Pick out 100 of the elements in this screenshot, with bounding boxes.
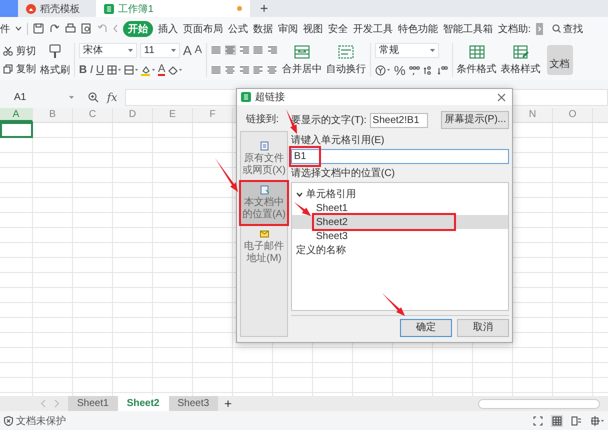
function-button[interactable]: fx (107, 90, 118, 104)
menu-tab[interactable]: 数据 (253, 22, 273, 36)
shrink-font-button[interactable]: A (194, 44, 202, 56)
justify-icon[interactable] (253, 65, 264, 75)
field-label: 链接到: (245, 112, 280, 127)
menu-tab[interactable]: 特色功能 (398, 22, 438, 36)
align-left-icon[interactable] (211, 65, 222, 75)
italic-button[interactable]: I (90, 64, 94, 76)
close-icon[interactable] (497, 92, 506, 102)
add-sheet-button[interactable]: + (218, 396, 238, 411)
zoom-icon[interactable] (88, 92, 99, 102)
fill-pattern-icon[interactable] (124, 65, 138, 75)
search-button[interactable]: 查找 (552, 22, 583, 36)
protection-status[interactable]: 文档未保护 (4, 414, 66, 428)
fullscreen-icon[interactable] (533, 416, 543, 426)
document-tab[interactable]: 工作簿1 (96, 0, 250, 17)
menu-tab[interactable]: 插入 (158, 22, 178, 36)
print-icon[interactable] (65, 23, 76, 34)
spreadsheet-logo-icon[interactable] (104, 4, 114, 14)
tree-item[interactable]: Sheet3 (316, 230, 348, 242)
tree-item[interactable]: 定义的名称 (296, 243, 346, 257)
number-format-select[interactable]: 常规 (375, 42, 440, 58)
sheet-tab[interactable]: Sheet1 (68, 396, 118, 411)
page-break-icon[interactable] (590, 416, 604, 426)
menu-tab[interactable]: 公式 (228, 22, 248, 36)
align-right-icon[interactable] (239, 65, 250, 75)
wrap-text-button[interactable]: 自动换行 (326, 44, 366, 76)
dropdown-icon (128, 48, 133, 52)
document-tab[interactable]: 稻壳模板 (18, 0, 90, 17)
link-target-item[interactable]: 本文档中的位置(A) (241, 182, 287, 224)
cut-button[interactable]: 剪切 (3, 44, 36, 58)
percent-button[interactable]: % (394, 62, 406, 78)
font-size-select[interactable]: 11 (140, 42, 180, 58)
display-text-field[interactable]: Sheet2!B1 (370, 112, 428, 128)
bold-button[interactable]: B (79, 64, 87, 76)
merge-center-button[interactable]: 合并居中 (282, 44, 322, 76)
cell-reference-field[interactable]: B1 (291, 149, 509, 164)
link-target-item[interactable]: 电子邮件地址(M) (241, 226, 287, 268)
name-box[interactable]: A1 (0, 90, 80, 104)
align-bottom-icon[interactable] (239, 45, 250, 55)
increase-decimal-icon[interactable] (422, 64, 434, 76)
copy-button[interactable]: 复制 (3, 62, 36, 76)
menu-tab[interactable]: 文档助: (498, 22, 531, 36)
new-tab-button[interactable]: + (250, 0, 278, 17)
arrow-drawing (294, 202, 311, 216)
cancel-button[interactable]: 取消 (457, 319, 509, 337)
horizontal-scrollbar[interactable] (478, 398, 600, 408)
grow-font-button[interactable]: A (183, 42, 192, 58)
border-icon[interactable] (106, 65, 121, 75)
shield-icon (4, 416, 13, 426)
field-label: 请选择文档中的位置(C) (291, 168, 396, 180)
normal-view-icon[interactable] (551, 414, 563, 426)
align-top-icon[interactable] (211, 45, 222, 55)
page-layout-icon[interactable] (571, 416, 582, 426)
indent-increase-icon[interactable] (267, 45, 278, 55)
thousands-separator-icon[interactable] (408, 64, 420, 76)
distribute-icon[interactable] (267, 65, 278, 75)
underline-button[interactable]: U (96, 64, 104, 76)
decrease-decimal-icon[interactable] (436, 64, 448, 76)
document-link-icon (260, 185, 268, 195)
font-select[interactable]: 宋体 (79, 42, 137, 58)
ok-button[interactable]: 确定 (400, 319, 452, 337)
conditional-format-button[interactable]: 条件格式 (456, 44, 497, 76)
fill-color-icon[interactable] (140, 64, 155, 76)
preview-icon[interactable] (81, 23, 92, 34)
sheet-tab[interactable]: Sheet2 (118, 396, 168, 411)
menu-tab[interactable]: 开发工具 (353, 22, 393, 36)
sheet-tab[interactable]: Sheet3 (168, 396, 218, 411)
field-label: 请键入单元格引用(E) (291, 135, 386, 147)
tree-item[interactable]: Sheet1 (316, 202, 348, 214)
redo-icon[interactable] (49, 23, 60, 34)
font-color-button[interactable]: A (158, 64, 166, 76)
scissors-icon (3, 46, 13, 56)
selected-cell[interactable] (0, 122, 33, 138)
align-center-icon[interactable] (225, 65, 236, 75)
tree-item[interactable]: 单元格引用 (306, 187, 356, 201)
table-style-button[interactable]: 表格样式 (500, 44, 541, 76)
eraser-icon[interactable] (168, 65, 182, 75)
screentip-button[interactable]: 屏幕提示(P)... (441, 111, 509, 129)
brush-icon (47, 44, 63, 60)
tree-item[interactable]: Sheet2 (316, 216, 348, 228)
search-icon (552, 24, 561, 33)
save-icon[interactable] (33, 23, 44, 34)
chevron-down-icon[interactable] (15, 26, 22, 31)
align-middle-icon[interactable] (225, 45, 236, 55)
indent-decrease-icon[interactable] (253, 45, 264, 55)
menu-tab[interactable]: 审阅 (278, 22, 298, 36)
dropdown-icon (171, 48, 176, 52)
currency-icon[interactable] (375, 64, 392, 76)
format-painter-button[interactable]: 格式刷 (40, 44, 70, 76)
chevron-down-icon[interactable] (296, 190, 303, 198)
menu-tab[interactable]: 视图 (303, 22, 323, 36)
file-menu[interactable]: 件 (0, 22, 10, 36)
menu-tab[interactable]: 智能工具箱 (443, 22, 493, 36)
menu-tab[interactable]: 页面布局 (183, 22, 223, 36)
menu-tab[interactable]: 安全 (328, 22, 348, 36)
wrap-text-icon (338, 44, 354, 58)
document-button[interactable]: 文档 (546, 45, 573, 75)
merge-cells-icon (294, 44, 310, 58)
link-target-item[interactable]: 原有文件或网页(X) (241, 138, 287, 180)
